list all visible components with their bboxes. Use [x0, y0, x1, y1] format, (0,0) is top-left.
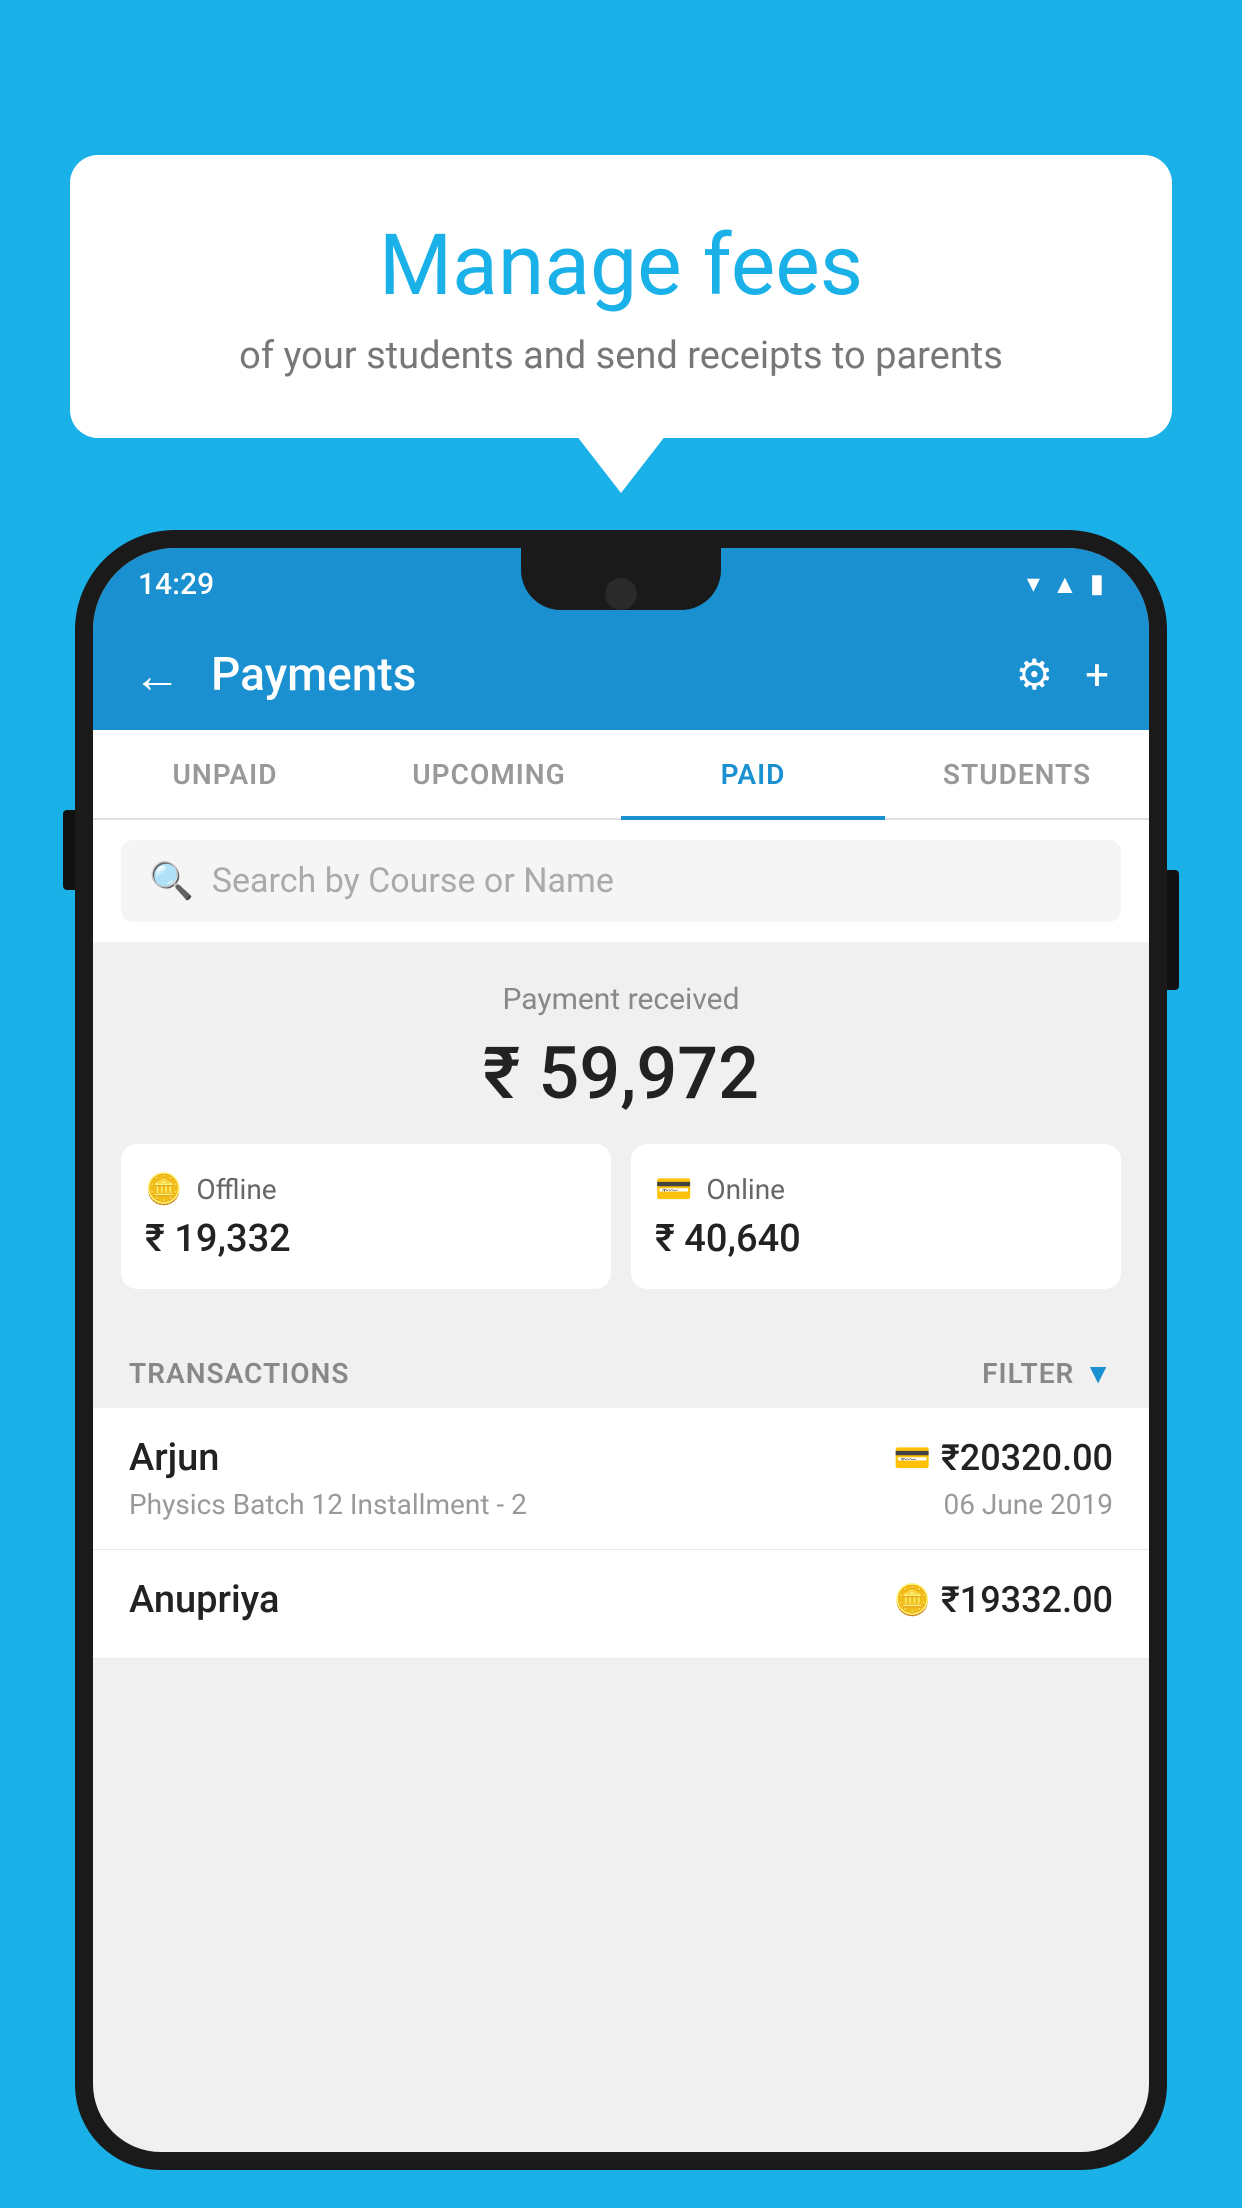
- status-time: 14:29: [138, 567, 214, 602]
- app-title: Payments: [211, 648, 986, 702]
- volume-button: [63, 810, 75, 890]
- transaction-top: Arjun 💳 ₹20320.00: [129, 1436, 1113, 1480]
- offline-pay-icon: 🪙: [894, 1583, 931, 1618]
- transaction-amount: ₹20320.00: [941, 1437, 1113, 1479]
- offline-card: 🪙 Offline ₹ 19,332: [121, 1144, 611, 1289]
- tab-upcoming[interactable]: UPCOMING: [357, 730, 621, 818]
- transactions-header: TRANSACTIONS FILTER ▼: [93, 1329, 1149, 1408]
- speech-bubble-container: Manage fees of your students and send re…: [70, 155, 1172, 438]
- search-container: 🔍 Search by Course or Name: [93, 820, 1149, 942]
- app-bar: ← Payments ⚙ +: [93, 620, 1149, 730]
- search-input[interactable]: Search by Course or Name: [212, 861, 614, 901]
- filter-label: FILTER: [982, 1357, 1074, 1390]
- payment-received-label: Payment received: [121, 982, 1121, 1017]
- add-icon[interactable]: +: [1085, 651, 1109, 700]
- speech-bubble: Manage fees of your students and send re…: [70, 155, 1172, 438]
- app-bar-actions: ⚙ +: [1016, 650, 1110, 700]
- online-pay-icon: 💳: [894, 1441, 931, 1476]
- offline-amount: ₹ 19,332: [145, 1217, 291, 1261]
- power-button: [1167, 870, 1179, 990]
- transaction-amount-wrap: 💳 ₹20320.00: [894, 1437, 1113, 1479]
- filter-icon: ▼: [1084, 1357, 1113, 1390]
- phone-screen: 14:29 ▾ ▲ ▮ ← Payments ⚙ + UNPAID: [93, 548, 1149, 2152]
- transaction-top: Anupriya 🪙 ₹19332.00: [129, 1578, 1113, 1622]
- signal-icon: ▲: [1052, 569, 1078, 600]
- speech-bubble-subtitle: of your students and send receipts to pa…: [125, 334, 1117, 378]
- phone-outer: 14:29 ▾ ▲ ▮ ← Payments ⚙ + UNPAID: [75, 530, 1167, 2170]
- online-card-header: 💳 Online: [655, 1172, 785, 1207]
- tab-students[interactable]: STUDENTS: [885, 730, 1149, 818]
- phone-notch: [521, 548, 721, 610]
- payment-cards: 🪙 Offline ₹ 19,332 💳 Online ₹ 40,640: [121, 1144, 1121, 1289]
- battery-icon: ▮: [1090, 569, 1104, 599]
- online-icon: 💳: [655, 1172, 692, 1207]
- transaction-date: 06 June 2019: [943, 1488, 1113, 1521]
- tab-paid[interactable]: PAID: [621, 730, 885, 818]
- payment-summary: Payment received ₹ 59,972 🪙 Offline ₹ 19…: [93, 942, 1149, 1329]
- status-icons: ▾ ▲ ▮: [1027, 569, 1104, 600]
- speech-bubble-title: Manage fees: [125, 220, 1117, 312]
- search-bar[interactable]: 🔍 Search by Course or Name: [121, 840, 1121, 922]
- phone-mockup: 14:29 ▾ ▲ ▮ ← Payments ⚙ + UNPAID: [75, 530, 1167, 2208]
- transaction-detail: Physics Batch 12 Installment - 2: [129, 1488, 527, 1521]
- online-card: 💳 Online ₹ 40,640: [631, 1144, 1121, 1289]
- offline-card-header: 🪙 Offline: [145, 1172, 277, 1207]
- table-row[interactable]: Anupriya 🪙 ₹19332.00: [93, 1550, 1149, 1659]
- search-icon: 🔍: [149, 860, 194, 902]
- online-label: Online: [706, 1173, 785, 1206]
- tabs: UNPAID UPCOMING PAID STUDENTS: [93, 730, 1149, 820]
- filter-button[interactable]: FILTER ▼: [982, 1357, 1113, 1390]
- payment-total: ₹ 59,972: [121, 1031, 1121, 1116]
- transaction-bottom: Physics Batch 12 Installment - 2 06 June…: [129, 1488, 1113, 1521]
- offline-label: Offline: [196, 1173, 276, 1206]
- offline-icon: 🪙: [145, 1172, 182, 1207]
- transaction-name: Arjun: [129, 1436, 219, 1480]
- tab-unpaid[interactable]: UNPAID: [93, 730, 357, 818]
- transaction-name: Anupriya: [129, 1578, 279, 1622]
- phone-camera: [605, 578, 637, 610]
- online-amount: ₹ 40,640: [655, 1217, 801, 1261]
- transactions-label: TRANSACTIONS: [129, 1357, 349, 1390]
- wifi-icon: ▾: [1027, 569, 1040, 599]
- back-button[interactable]: ←: [133, 647, 181, 704]
- transaction-amount-wrap: 🪙 ₹19332.00: [894, 1579, 1113, 1621]
- settings-icon[interactable]: ⚙: [1016, 650, 1054, 700]
- table-row[interactable]: Arjun 💳 ₹20320.00 Physics Batch 12 Insta…: [93, 1408, 1149, 1550]
- transaction-amount: ₹19332.00: [941, 1579, 1113, 1621]
